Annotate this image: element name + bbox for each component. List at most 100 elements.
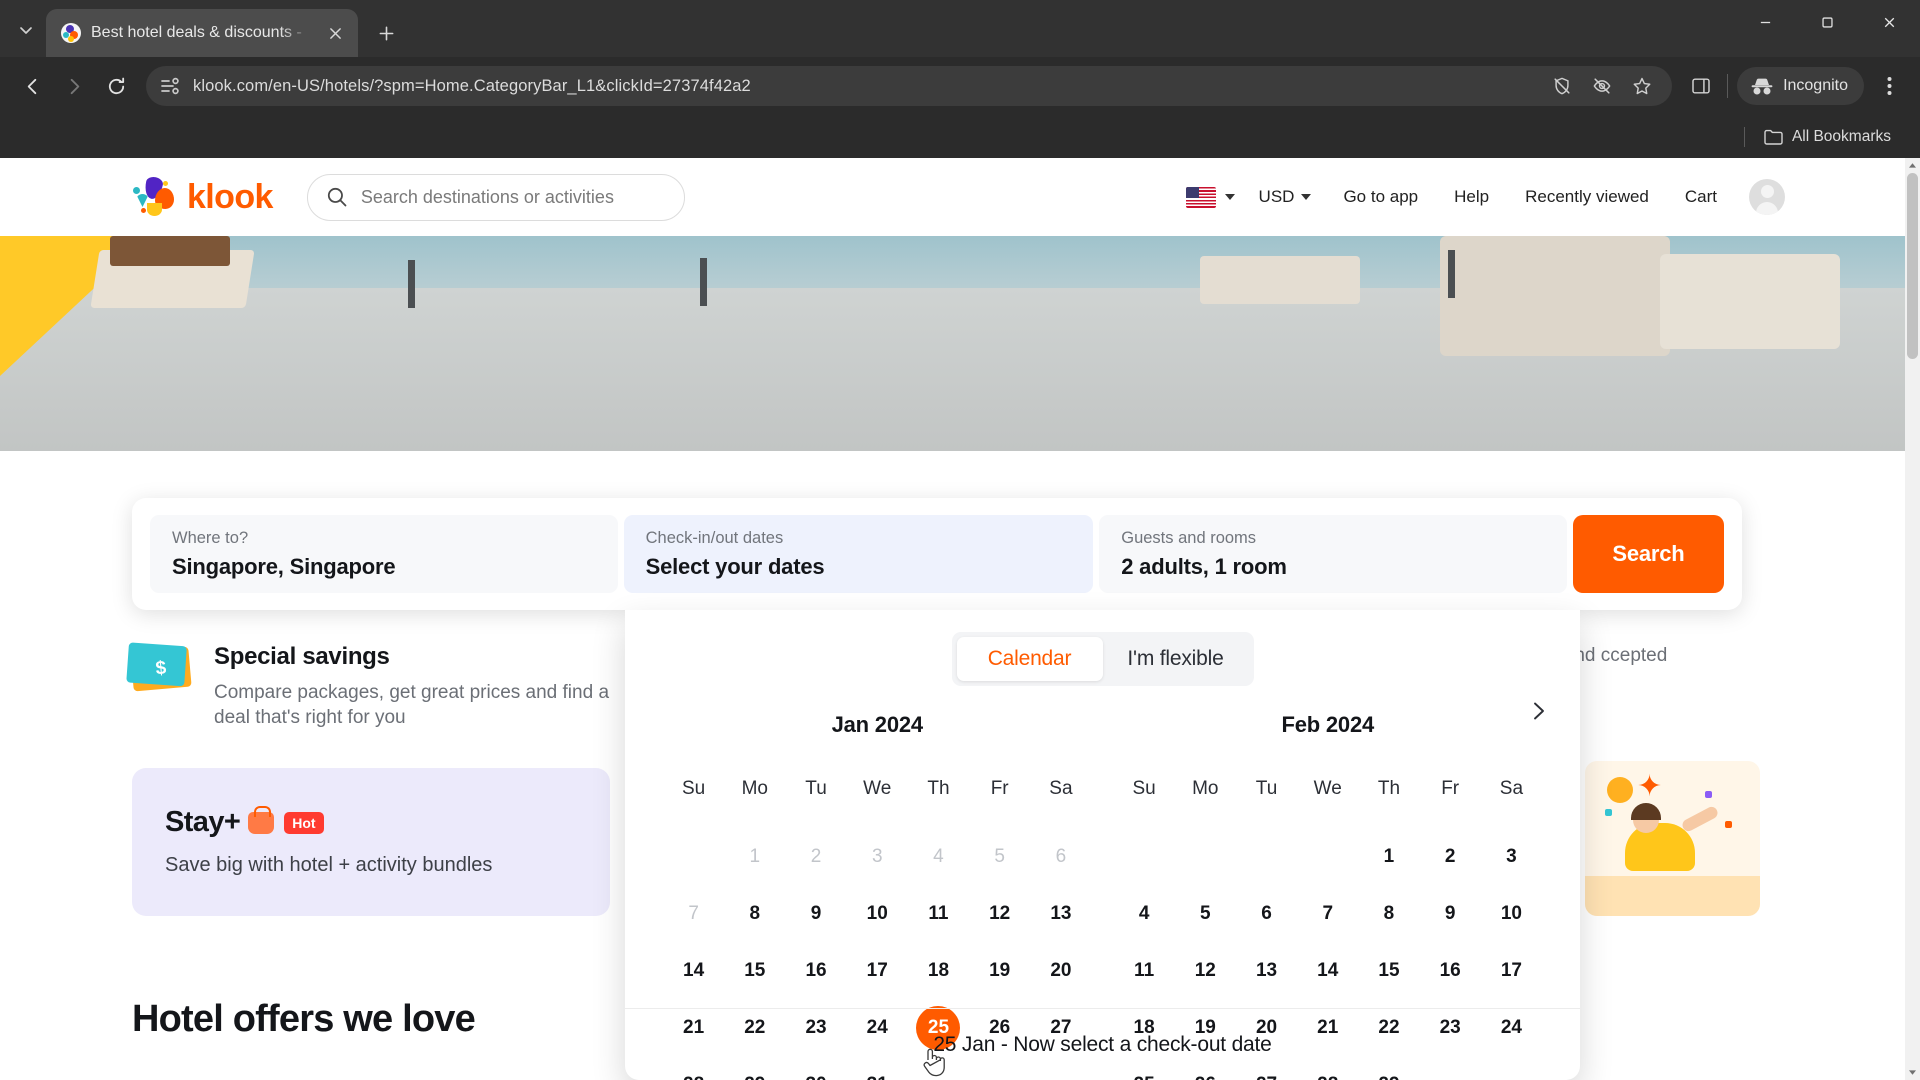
scroll-down-arrow[interactable]: [1905, 1065, 1920, 1080]
page-title: Hotel offers we love: [132, 998, 476, 1040]
incognito-icon: [1751, 78, 1773, 95]
calendar-day: 5: [994, 846, 1005, 867]
guests-value: 2 adults, 1 room: [1121, 553, 1287, 579]
calendar-day[interactable]: 15: [1358, 949, 1419, 993]
calendar-day[interactable]: 6: [1236, 892, 1297, 936]
nav-recently-viewed[interactable]: Recently viewed: [1507, 177, 1667, 217]
back-button[interactable]: [12, 66, 52, 106]
hide-password-icon[interactable]: [1585, 69, 1619, 103]
weekday-label: Su: [1132, 778, 1156, 799]
dates-field[interactable]: Check-in/out dates Select your dates: [623, 515, 1094, 593]
chevron-down-icon: [1224, 194, 1235, 200]
calendar-day[interactable]: 16: [785, 949, 846, 993]
calendar-day[interactable]: 8: [1358, 892, 1419, 936]
us-flag-icon: [1185, 186, 1216, 208]
calendar-day[interactable]: 9: [1420, 892, 1481, 936]
next-month-button[interactable]: [1518, 691, 1558, 731]
search-icon: [327, 187, 347, 207]
close-tab-icon[interactable]: [322, 20, 348, 46]
nav-cart[interactable]: Cart: [1667, 177, 1735, 217]
side-panel-icon[interactable]: [1684, 69, 1718, 103]
new-tab-button[interactable]: [368, 15, 404, 51]
nav-help[interactable]: Help: [1436, 177, 1507, 217]
calendar-day[interactable]: 12: [1175, 949, 1236, 993]
nav-go-to-app[interactable]: Go to app: [1325, 177, 1436, 217]
search-button[interactable]: Search: [1572, 515, 1725, 593]
scroll-up-arrow[interactable]: [1905, 158, 1920, 173]
calendar-day[interactable]: 17: [847, 949, 908, 993]
bookmark-star-icon[interactable]: [1625, 69, 1659, 103]
calendar-day[interactable]: 14: [663, 949, 724, 993]
calendar-day[interactable]: 5: [1175, 892, 1236, 936]
calendar-day[interactable]: 7: [1297, 892, 1358, 936]
weekday-label: Th: [1377, 778, 1401, 799]
maximize-button[interactable]: [1796, 0, 1858, 45]
search-tabs-icon[interactable]: [6, 10, 46, 50]
calendar-day[interactable]: 3: [1481, 835, 1542, 879]
calendar-day[interactable]: 18: [908, 949, 969, 993]
calendar-day[interactable]: 1: [1358, 835, 1419, 879]
klook-logo[interactable]: klook: [132, 175, 273, 217]
weekday-label: Th: [927, 778, 950, 799]
calendar-day[interactable]: 9: [785, 892, 846, 936]
minimize-button[interactable]: [1734, 0, 1796, 45]
calendar-blank-cell: [663, 835, 724, 879]
month-title: Feb 2024: [1281, 712, 1375, 737]
calendar-day[interactable]: 10: [1481, 892, 1542, 936]
weekday-label: Sa: [1049, 778, 1073, 799]
currency-selector[interactable]: USD: [1245, 177, 1326, 217]
guests-rooms-field[interactable]: Guests and rooms 2 adults, 1 room: [1099, 515, 1567, 593]
calendar-day[interactable]: 15: [724, 949, 785, 993]
calendar-day[interactable]: 11: [1114, 949, 1175, 993]
tab-calendar[interactable]: Calendar: [956, 637, 1103, 681]
stay-plus-title: Stay+: [165, 806, 241, 838]
user-avatar[interactable]: [1749, 179, 1785, 215]
toolbar-divider: [1727, 74, 1729, 98]
tab-im-flexible[interactable]: I'm flexible: [1103, 637, 1249, 681]
calendar-day[interactable]: 12: [969, 892, 1030, 936]
calendar-day[interactable]: 10: [847, 892, 908, 936]
reload-button[interactable]: [96, 66, 136, 106]
calendar-day[interactable]: 20: [1030, 949, 1091, 993]
weekday-label: Su: [681, 778, 706, 799]
hot-badge: Hot: [284, 811, 324, 834]
calendar-day[interactable]: 13: [1030, 892, 1091, 936]
calendar-day[interactable]: 14: [1297, 949, 1358, 993]
calendar-day[interactable]: 19: [969, 949, 1030, 993]
scrollbar-thumb[interactable]: [1907, 173, 1918, 359]
address-bar[interactable]: klook.com/en-US/hotels/?spm=Home.Categor…: [146, 66, 1673, 106]
where-to-field[interactable]: Where to? Singapore, Singapore: [150, 515, 618, 593]
hotel-search-widget: Where to? Singapore, Singapore Check-in/…: [132, 498, 1742, 610]
close-window-button[interactable]: [1858, 0, 1920, 45]
klook-page: klook USD: [0, 158, 1905, 1080]
calendar-day[interactable]: 13: [1236, 949, 1297, 993]
weekday-label: Mo: [1192, 778, 1219, 799]
chevron-down-icon: [1301, 194, 1312, 200]
hero-banner-image: [0, 236, 1905, 451]
tracking-protection-icon[interactable]: [1545, 69, 1579, 103]
chrome-menu-button[interactable]: [1870, 67, 1908, 105]
calendar-day[interactable]: 11: [908, 892, 969, 936]
locale-selector[interactable]: [1176, 177, 1245, 218]
calendar-day: 1: [749, 846, 761, 867]
calendar-day[interactable]: 8: [724, 892, 785, 936]
site-nav: USD Go to app Help Recently viewed Cart: [1176, 177, 1905, 218]
site-search-box[interactable]: [306, 173, 685, 221]
forward-button[interactable]: [54, 66, 94, 106]
stay-plus-card[interactable]: Stay+ Hot Save big with hotel + activity…: [132, 768, 610, 916]
calendar-status-text: 25 Jan - Now select a check-out date: [933, 1032, 1272, 1056]
calendar-day: 6: [1055, 846, 1067, 867]
calendar-day[interactable]: 16: [1420, 949, 1481, 993]
all-bookmarks-button[interactable]: All Bookmarks: [1755, 123, 1900, 151]
weekday-label: Fr: [990, 778, 1009, 799]
guests-label: Guests and rooms: [1121, 528, 1257, 547]
page-scrollbar[interactable]: [1905, 158, 1920, 1080]
calendar-day[interactable]: 2: [1420, 835, 1481, 879]
calendar-day[interactable]: 17: [1481, 949, 1542, 993]
site-settings-icon[interactable]: [159, 75, 181, 97]
special-savings-body: Compare packages, get great prices and f…: [214, 682, 610, 729]
browser-tab[interactable]: Best hotel deals & discounts -: [46, 9, 358, 57]
calendar-day[interactable]: 4: [1114, 892, 1175, 936]
incognito-indicator[interactable]: Incognito: [1737, 67, 1864, 105]
search-input[interactable]: [360, 186, 666, 208]
